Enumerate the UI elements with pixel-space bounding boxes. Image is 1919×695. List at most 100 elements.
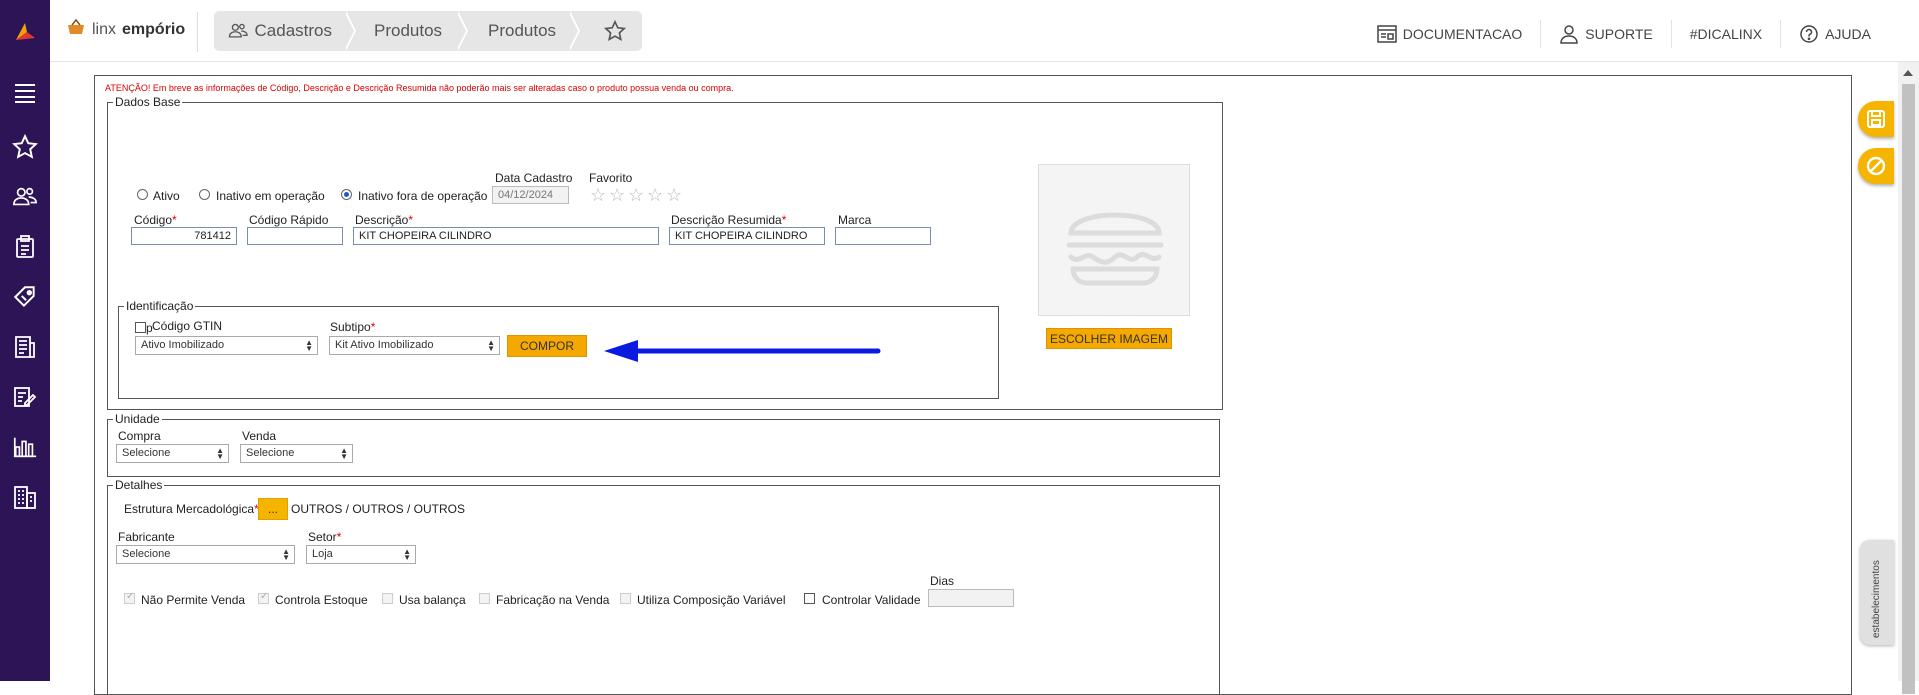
gtin-checkbox[interactable] <box>135 322 146 333</box>
status-ativo-label: Ativo <box>153 189 180 203</box>
save-icon <box>1867 110 1885 128</box>
identificacao-legend: Identificação <box>124 299 196 313</box>
data-cadastro-label: Data Cadastro <box>495 171 573 185</box>
document-icon <box>1377 25 1397 43</box>
composicao-variavel-label: Utiliza Composição Variável <box>637 593 786 607</box>
fabricante-value: Selecione <box>122 548 171 560</box>
clipboard-icon[interactable] <box>12 234 38 260</box>
product-image-placeholder <box>1038 164 1190 316</box>
select-arrows-icon: ▲ ▼ <box>282 547 290 562</box>
status-inativo-fora-label: Inativo fora de operação <box>358 189 488 203</box>
breadcrumb-produtos-2[interactable]: Produtos <box>458 11 580 51</box>
unidade-legend: Unidade <box>113 412 162 426</box>
ajuda-label: AJUDA <box>1825 26 1871 42</box>
composicao-variavel-checkbox[interactable] <box>620 593 631 604</box>
breadcrumb-label: Cadastros <box>254 21 332 40</box>
estrutura-value: OUTROS / OUTROS / OUTROS <box>291 502 466 516</box>
estabelecimentos-tab[interactable]: estabelecimentos <box>1860 540 1894 645</box>
marca-field[interactable] <box>835 227 931 245</box>
help-icon <box>1800 25 1818 43</box>
codigo-rapido-label: Código Rápido <box>249 213 329 227</box>
breadcrumb-label: Produtos <box>374 21 443 40</box>
select-arrows-icon: ▲ ▼ <box>216 446 224 461</box>
edit-form-icon[interactable] <box>12 384 38 410</box>
scroll-up-arrow-icon[interactable] <box>1903 70 1913 76</box>
codigo-label: Código* <box>134 213 177 227</box>
controla-estoque-label: Controla Estoque <box>275 593 368 607</box>
sidebar <box>0 0 50 681</box>
controlar-validade-checkbox[interactable] <box>804 593 815 604</box>
dicalinx-link[interactable]: #DICALINX <box>1672 20 1782 48</box>
usa-balanca-checkbox[interactable] <box>382 593 393 604</box>
cancel-icon <box>1866 156 1886 176</box>
status-inativo-operacao-radio[interactable] <box>199 189 210 200</box>
user-icon <box>1560 25 1579 44</box>
menu-icon[interactable] <box>12 80 38 106</box>
breadcrumb-label: Produtos <box>488 21 557 40</box>
venda-value: Selecione <box>246 447 295 459</box>
star-icon <box>604 20 626 41</box>
data-cadastro-field: 04/12/2024 <box>492 186 569 204</box>
setor-value: Loja <box>312 548 333 560</box>
top-bar: linx empório Cadastros Produtos Produtos… <box>50 0 1919 62</box>
dias-field[interactable] <box>928 589 1014 607</box>
tag-icon[interactable] <box>12 284 38 310</box>
controla-estoque-checkbox[interactable] <box>258 591 269 604</box>
star-icon[interactable] <box>12 134 38 160</box>
save-button[interactable] <box>1858 101 1894 137</box>
documentacao-link[interactable]: DOCUMENTACAO <box>1359 20 1542 48</box>
rating-star-4-icon[interactable]: ☆ <box>647 186 663 204</box>
rating-star-2-icon[interactable]: ☆ <box>609 186 625 204</box>
gtin-label: Código GTIN <box>152 319 223 333</box>
breadcrumb-produtos-1[interactable]: Produtos <box>346 11 468 51</box>
compra-label: Compra <box>118 429 161 443</box>
ajuda-link[interactable]: AJUDA <box>1781 20 1889 48</box>
compra-select[interactable]: Selecione ▲ ▼ <box>116 444 229 463</box>
status-inativo-operacao-label: Inativo em operação <box>216 189 325 203</box>
scrollbar-thumb[interactable] <box>1902 84 1915 694</box>
descricao-resumida-label: Descrição Resumida* <box>671 213 787 227</box>
breadcrumb: Cadastros Produtos Produtos <box>214 11 642 51</box>
status-inativo-fora-radio[interactable] <box>341 189 352 200</box>
suporte-link[interactable]: SUPORTE <box>1541 20 1672 48</box>
rating-star-5-icon[interactable]: ☆ <box>666 186 682 204</box>
marca-label: Marca <box>838 213 872 227</box>
users-icon[interactable] <box>12 184 38 210</box>
fabricacao-venda-checkbox[interactable] <box>479 593 490 604</box>
dias-label: Dias <box>930 574 955 588</box>
nao-permite-venda-label: Não Permite Venda <box>141 593 246 607</box>
fabricacao-venda-label: Fabricação na Venda <box>496 593 610 607</box>
fabricante-select[interactable]: Selecione ▲ ▼ <box>116 545 295 564</box>
setor-select[interactable]: Loja ▲ ▼ <box>306 545 416 564</box>
compor-button[interactable]: COMPOR <box>507 335 587 357</box>
favorite-star-button[interactable] <box>570 11 642 51</box>
vertical-scrollbar[interactable] <box>1898 62 1919 694</box>
nao-permite-venda-checkbox[interactable] <box>124 591 135 604</box>
escolher-imagem-button[interactable]: ESCOLHER IMAGEM <box>1046 328 1172 349</box>
codigo-field[interactable]: 781412 <box>131 227 237 245</box>
rating-star-1-icon[interactable]: ☆ <box>590 186 606 204</box>
venda-select[interactable]: Selecione ▲ ▼ <box>240 444 353 463</box>
compra-value: Selecione <box>122 447 171 459</box>
annotation-arrow-icon <box>604 340 881 362</box>
descricao-field[interactable]: KIT CHOPEIRA CILINDRO <box>353 227 659 245</box>
bar-chart-icon[interactable] <box>12 434 38 460</box>
status-ativo-radio[interactable] <box>137 189 148 200</box>
estrutura-picker-button[interactable]: ... <box>258 498 288 520</box>
receipt-icon[interactable] <box>12 334 38 360</box>
brand-logo[interactable]: linx empório <box>66 18 185 41</box>
tipo-select[interactable]: Ativo Imobilizado ▲ ▼ <box>135 336 318 355</box>
suporte-label: SUPORTE <box>1585 26 1653 42</box>
building-icon[interactable] <box>12 484 38 510</box>
breadcrumb-cadastros[interactable]: Cadastros <box>214 11 356 51</box>
descricao-resumida-field[interactable]: KIT CHOPEIRA CILINDRO <box>669 227 825 245</box>
subtipo-select[interactable]: Kit Ativo Imobilizado ▲ ▼ <box>329 336 500 355</box>
rating-star-3-icon[interactable]: ☆ <box>628 186 644 204</box>
codigo-rapido-field[interactable] <box>247 227 343 245</box>
select-arrows-icon: ▲ ▼ <box>487 338 495 353</box>
users-icon <box>228 23 248 38</box>
cancel-button[interactable] <box>1858 148 1894 184</box>
linx-logo[interactable] <box>13 20 37 44</box>
top-actions: DOCUMENTACAO SUPORTE #DICALINX AJUDA <box>1359 20 1889 48</box>
favorito-label: Favorito <box>589 171 633 185</box>
